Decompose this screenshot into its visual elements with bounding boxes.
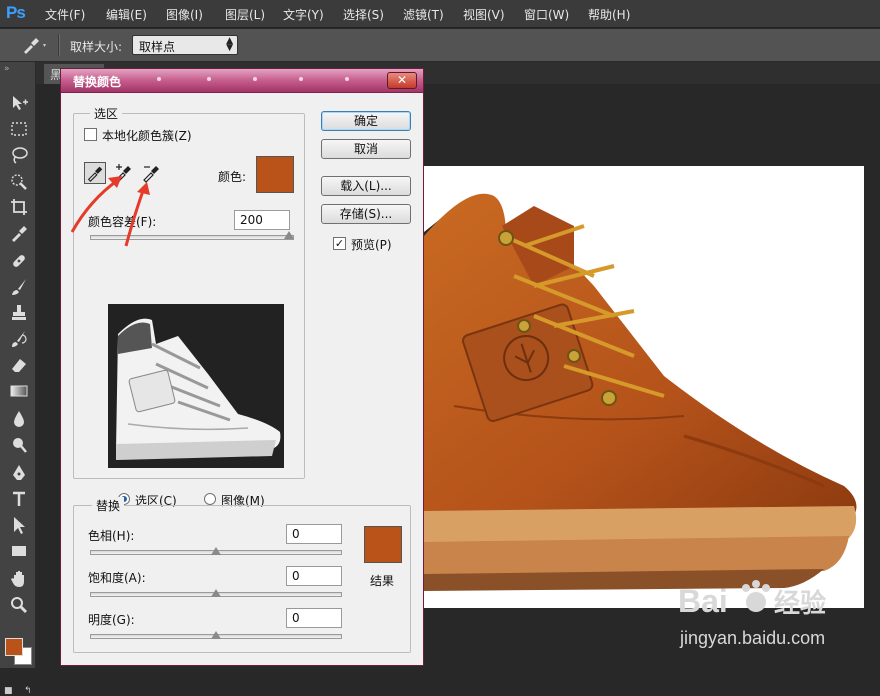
- dialog-titlebar[interactable]: 替换颜色 ✕: [61, 69, 423, 93]
- eyedropper-icon[interactable]: [9, 223, 29, 243]
- zoom-icon[interactable]: [9, 595, 29, 615]
- preview-checkbox[interactable]: ✓: [333, 237, 346, 250]
- hue-input[interactable]: 0: [286, 524, 342, 544]
- titlebar-dot: [345, 77, 349, 81]
- dodge-icon[interactable]: [9, 435, 29, 455]
- result-color-swatch[interactable]: [364, 526, 402, 563]
- hue-label: 色相(H):: [88, 529, 135, 543]
- close-button[interactable]: ✕: [387, 72, 417, 89]
- brush-icon[interactable]: [9, 277, 29, 297]
- clone-stamp-icon[interactable]: [9, 303, 29, 323]
- annotation-arrows: [70, 176, 150, 247]
- selection-color-label: 颜色:: [218, 170, 247, 184]
- result-label: 结果: [370, 574, 395, 588]
- baidu-watermark: Bai 经验 jingyan.baidu.com: [678, 580, 826, 648]
- swap-colors-icon[interactable]: ↰: [24, 686, 32, 696]
- panel-grip-icon[interactable]: »: [4, 64, 10, 74]
- lightness-label: 明度(G):: [88, 613, 135, 627]
- arrow-head-icon: [137, 182, 150, 195]
- menu-file[interactable]: 文件(F): [45, 6, 85, 23]
- marquee-icon[interactable]: [9, 119, 29, 139]
- load-button[interactable]: 载入(L)...: [321, 176, 411, 196]
- replacement-legend: 替换: [92, 497, 125, 514]
- saturation-input[interactable]: 0: [286, 566, 342, 586]
- move-icon[interactable]: [9, 93, 29, 113]
- menu-type[interactable]: 文字(Y): [283, 6, 324, 23]
- titlebar-dot: [253, 77, 257, 81]
- arrow-annotation: [70, 178, 119, 233]
- healing-brush-icon[interactable]: [9, 251, 29, 271]
- titlebar-dot: [157, 77, 161, 81]
- arrow-annotation: [124, 187, 146, 247]
- hand-icon[interactable]: [9, 569, 29, 589]
- saturation-slider-thumb[interactable]: [211, 589, 221, 597]
- history-brush-icon[interactable]: [9, 329, 29, 349]
- type-icon[interactable]: [9, 489, 29, 509]
- eraser-icon[interactable]: [9, 355, 29, 375]
- watermark-brand: Bai: [678, 583, 728, 619]
- dialog-title: 替换颜色: [73, 75, 122, 89]
- localized-color-clusters-label[interactable]: 本地化颜色簇(Z): [102, 127, 192, 144]
- selection-color-swatch[interactable]: [256, 156, 294, 193]
- preview-label[interactable]: 预览(P): [351, 236, 392, 253]
- menu-window[interactable]: 窗口(W): [524, 6, 569, 23]
- fuzziness-input[interactable]: 200: [234, 210, 290, 230]
- saturation-label: 饱和度(A):: [88, 571, 146, 585]
- crop-icon[interactable]: [9, 197, 29, 217]
- pen-icon[interactable]: [9, 463, 29, 483]
- localized-color-clusters-checkbox[interactable]: [84, 128, 97, 141]
- lightness-slider-thumb[interactable]: [211, 631, 221, 639]
- boot-mask-image: [116, 318, 281, 460]
- menu-filter[interactable]: 滤镜(T): [403, 6, 444, 23]
- replacement-group: 替换 色相(H): 0 饱和度(A): 0 明度(G): 0 结果: [73, 497, 411, 653]
- default-colors-icon[interactable]: ■: [4, 686, 13, 696]
- ok-button[interactable]: 确定: [321, 111, 411, 131]
- sample-size-value: 取样点: [139, 40, 176, 54]
- foreground-color-swatch[interactable]: [5, 638, 23, 656]
- mode-image-radio[interactable]: [204, 493, 216, 505]
- blur-icon[interactable]: [9, 409, 29, 429]
- menu-help[interactable]: 帮助(H): [588, 6, 630, 23]
- lightness-input[interactable]: 0: [286, 608, 342, 628]
- selection-preview: [108, 304, 284, 468]
- shape-icon[interactable]: [9, 541, 29, 561]
- options-bar: 取样大小: 取样点 ▲ ▼: [0, 29, 880, 62]
- tools-panel: » ■ ↰: [0, 62, 36, 696]
- lasso-icon[interactable]: [9, 145, 29, 165]
- menu-bar: Ps 文件(F) 编辑(E) 图像(I) 图层(L) 文字(Y) 选择(S) 滤…: [0, 0, 880, 28]
- hue-slider-thumb[interactable]: [211, 547, 221, 555]
- sample-size-label: 取样大小:: [70, 40, 123, 54]
- replace-color-dialog: 替换颜色 ✕ 选区 本地化颜色簇(Z) 颜色: 颜色容差(F): 200 选区(…: [60, 68, 424, 666]
- selection-legend: 选区: [90, 105, 123, 122]
- eyedropper-icon[interactable]: [20, 35, 50, 55]
- menu-edit[interactable]: 编辑(E): [106, 6, 147, 23]
- menu-select[interactable]: 选择(S): [343, 6, 384, 23]
- watermark-url: jingyan.baidu.com: [679, 628, 825, 648]
- menu-image[interactable]: 图像(I): [166, 6, 203, 23]
- watermark-brand-2: 经验: [774, 588, 826, 619]
- save-button[interactable]: 存储(S)...: [321, 204, 411, 224]
- fuzziness-slider-thumb[interactable]: [284, 231, 294, 239]
- menu-layer[interactable]: 图层(L): [225, 6, 265, 23]
- sample-size-select[interactable]: 取样点 ▲ ▼: [132, 35, 238, 55]
- boot-image: [424, 193, 857, 591]
- quick-select-icon[interactable]: [9, 171, 29, 191]
- titlebar-dot: [207, 77, 211, 81]
- cancel-button[interactable]: 取消: [321, 139, 411, 159]
- photoshop-logo: Ps: [6, 3, 26, 22]
- titlebar-dot: [299, 77, 303, 81]
- menu-view[interactable]: 视图(V): [463, 6, 505, 23]
- select-arrows-icon: ▲ ▼: [226, 36, 233, 53]
- paw-icon: [742, 580, 770, 612]
- options-separator: [58, 34, 60, 56]
- document-canvas[interactable]: [424, 166, 864, 608]
- gradient-icon[interactable]: [9, 381, 29, 401]
- path-select-icon[interactable]: [9, 515, 29, 535]
